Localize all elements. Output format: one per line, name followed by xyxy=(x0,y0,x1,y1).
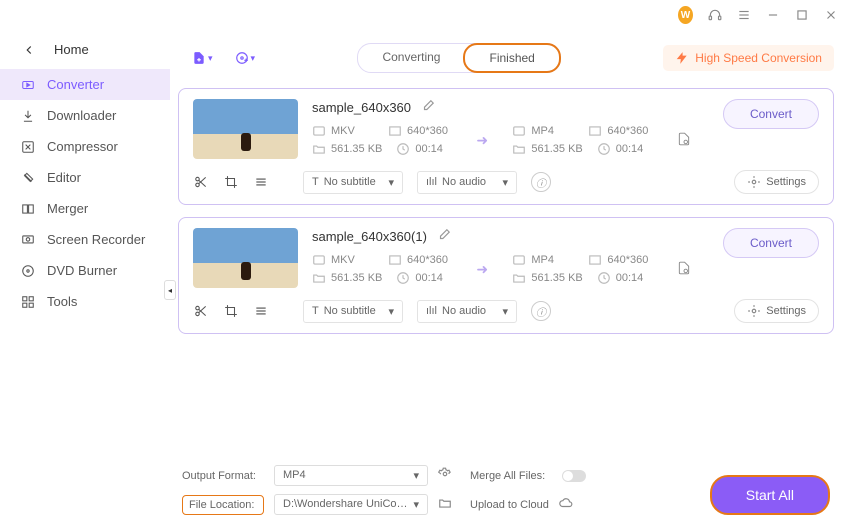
file-settings-icon[interactable] xyxy=(677,132,697,149)
info-icon[interactable]: ⓘ xyxy=(531,172,551,192)
subtitle-select[interactable]: TNo subtitle▾ xyxy=(303,300,403,323)
duration-value: 00:14 xyxy=(396,142,458,156)
sidebar-item-compressor[interactable]: Compressor xyxy=(0,131,170,162)
start-all-button[interactable]: Start All xyxy=(710,475,830,515)
sidebar-item-label: Tools xyxy=(47,294,77,309)
format-value: MP4 xyxy=(512,124,574,138)
sidebar-item-label: Editor xyxy=(47,170,81,185)
tab-converting[interactable]: Converting xyxy=(358,44,464,72)
back-button[interactable]: Home xyxy=(0,38,170,69)
filename: sample_640x360(1) xyxy=(312,229,427,244)
duration-value: 00:14 xyxy=(597,142,659,156)
sidebar-item-dvd[interactable]: DVD Burner xyxy=(0,255,170,286)
hsc-label: High Speed Conversion xyxy=(695,51,822,65)
tab-switch: Converting Finished xyxy=(357,43,560,73)
filename: sample_640x360 xyxy=(312,100,411,115)
resolution-value: 640*360 xyxy=(588,253,650,267)
more-icon[interactable] xyxy=(253,175,269,189)
back-label: Home xyxy=(54,42,89,57)
merger-icon xyxy=(20,201,35,216)
sidebar-item-label: Merger xyxy=(47,201,88,216)
video-thumbnail[interactable] xyxy=(193,99,298,159)
resolution-value: 640*360 xyxy=(588,124,650,138)
duration-value: 00:14 xyxy=(597,271,659,285)
sidebar-item-label: Converter xyxy=(47,77,104,92)
cloud-icon[interactable] xyxy=(559,496,573,513)
menu-icon[interactable] xyxy=(736,8,751,23)
minimize-icon[interactable] xyxy=(765,8,780,23)
trim-icon[interactable] xyxy=(193,304,209,318)
size-value: 561.35 KB xyxy=(312,142,382,156)
sidebar: Home Converter Downloader Compressor Editor… xyxy=(0,30,170,529)
sidebar-item-editor[interactable]: Editor xyxy=(0,162,170,193)
format-value: MKV xyxy=(312,124,374,138)
info-icon[interactable]: ⓘ xyxy=(531,301,551,321)
convert-button[interactable]: Convert xyxy=(723,228,819,258)
output-settings-icon[interactable] xyxy=(438,467,452,484)
size-value: 561.35 KB xyxy=(512,271,582,285)
crop-icon[interactable] xyxy=(223,304,239,318)
add-file-button[interactable]: ▾ xyxy=(192,51,213,65)
upload-label: Upload to Cloud xyxy=(470,499,549,511)
sidebar-item-label: Screen Recorder xyxy=(47,232,145,247)
video-thumbnail[interactable] xyxy=(193,228,298,288)
arrow-icon: ➜ xyxy=(476,132,494,149)
file-location-select[interactable]: D:\Wondershare UniConverter 1▾ xyxy=(274,494,428,515)
tools-icon xyxy=(20,294,35,309)
editor-icon xyxy=(20,170,35,185)
file-card: sample_640x360 MKV 640*360 561.35 KB 00:14 ➜ M… xyxy=(178,88,834,205)
card-settings-button[interactable]: Settings xyxy=(734,299,819,323)
edit-name-icon[interactable] xyxy=(421,99,435,116)
sidebar-item-screenrec[interactable]: Screen Recorder xyxy=(0,224,170,255)
sidebar-item-label: DVD Burner xyxy=(47,263,117,278)
merge-toggle[interactable] xyxy=(562,470,586,482)
merge-label: Merge All Files: xyxy=(470,470,552,482)
maximize-icon[interactable] xyxy=(794,8,809,23)
format-value: MP4 xyxy=(512,253,574,267)
trim-icon[interactable] xyxy=(193,175,209,189)
resolution-value: 640*360 xyxy=(388,253,450,267)
sidebar-item-downloader[interactable]: Downloader xyxy=(0,100,170,131)
sidebar-item-label: Downloader xyxy=(47,108,116,123)
crop-icon[interactable] xyxy=(223,175,239,189)
resolution-value: 640*360 xyxy=(388,124,450,138)
converter-icon xyxy=(20,77,35,92)
avatar-icon[interactable]: W xyxy=(678,8,693,23)
card-settings-button[interactable]: Settings xyxy=(734,170,819,194)
audio-select[interactable]: ılılNo audio▾ xyxy=(417,300,517,323)
screenrec-icon xyxy=(20,232,35,247)
dvd-icon xyxy=(20,263,35,278)
sidebar-item-tools[interactable]: Tools xyxy=(0,286,170,317)
headset-icon[interactable] xyxy=(707,8,722,23)
file-location-label: File Location: xyxy=(182,495,264,515)
close-icon[interactable] xyxy=(823,8,838,23)
arrow-icon: ➜ xyxy=(476,261,494,278)
file-card: sample_640x360(1) MKV 640*360 561.35 KB 00:1… xyxy=(178,217,834,334)
sidebar-item-converter[interactable]: Converter xyxy=(0,69,170,100)
high-speed-button[interactable]: High Speed Conversion xyxy=(663,45,834,71)
size-value: 561.35 KB xyxy=(512,142,582,156)
sidebar-item-merger[interactable]: Merger xyxy=(0,193,170,224)
output-format-label: Output Format: xyxy=(182,470,264,482)
collapse-handle[interactable]: ◂ xyxy=(164,280,176,300)
format-value: MKV xyxy=(312,253,374,267)
add-dvd-button[interactable]: ▾ xyxy=(235,51,256,65)
convert-button[interactable]: Convert xyxy=(723,99,819,129)
edit-name-icon[interactable] xyxy=(437,228,451,245)
file-settings-icon[interactable] xyxy=(677,261,697,278)
sidebar-item-label: Compressor xyxy=(47,139,118,154)
subtitle-select[interactable]: TNo subtitle▾ xyxy=(303,171,403,194)
compressor-icon xyxy=(20,139,35,154)
open-folder-icon[interactable] xyxy=(438,496,452,513)
audio-select[interactable]: ılılNo audio▾ xyxy=(417,171,517,194)
size-value: 561.35 KB xyxy=(312,271,382,285)
downloader-icon xyxy=(20,108,35,123)
more-icon[interactable] xyxy=(253,304,269,318)
duration-value: 00:14 xyxy=(396,271,458,285)
tab-finished[interactable]: Finished xyxy=(463,43,560,73)
output-format-select[interactable]: MP4▾ xyxy=(274,465,428,486)
